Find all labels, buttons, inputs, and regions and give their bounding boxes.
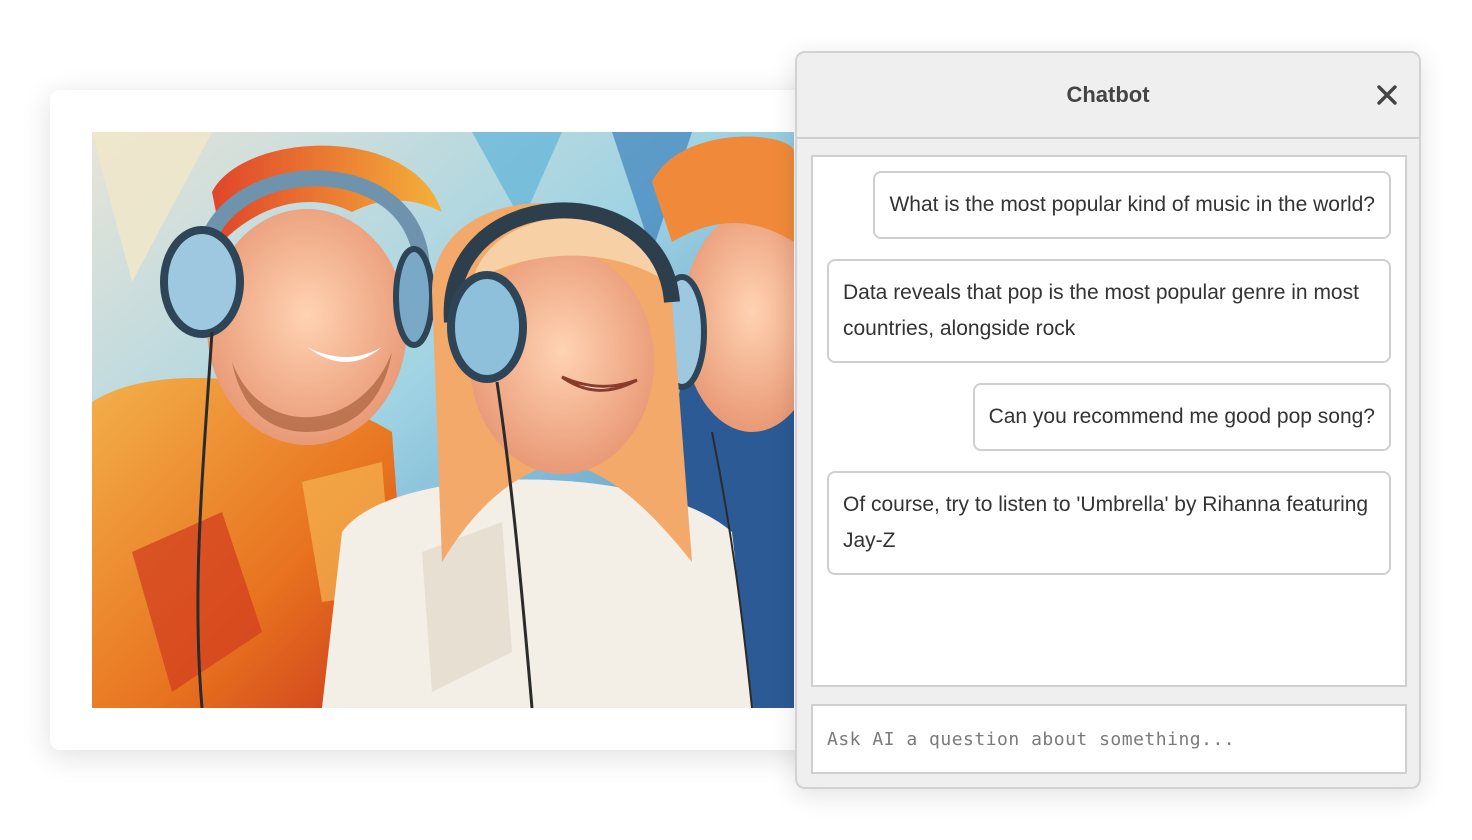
message-text: Can you recommend me good pop song? (988, 405, 1375, 428)
user-message: Can you recommend me good pop song? (972, 383, 1391, 451)
app-canvas: Chatbot What is the most popular kind of… (0, 0, 1472, 840)
close-button[interactable] (1371, 79, 1403, 111)
painting-image (92, 132, 794, 708)
chat-title: Chatbot (1066, 82, 1150, 107)
question-input-box (811, 704, 1407, 774)
chatbot-window: Chatbot What is the most popular kind of… (795, 51, 1421, 789)
message-text: Of course, try to listen to 'Umbrella' b… (843, 493, 1369, 552)
bot-message: Data reveals that pop is the most popula… (827, 259, 1391, 363)
message-list[interactable]: What is the most popular kind of music i… (811, 155, 1407, 687)
user-message: What is the most popular kind of music i… (873, 171, 1391, 239)
image-card (50, 90, 850, 750)
bot-message: Of course, try to listen to 'Umbrella' b… (827, 471, 1391, 575)
message-text: Data reveals that pop is the most popula… (843, 281, 1359, 340)
chat-header: Chatbot (797, 53, 1419, 139)
message-text: What is the most popular kind of music i… (889, 193, 1375, 216)
close-icon (1377, 85, 1397, 105)
question-input[interactable] (813, 706, 1405, 772)
